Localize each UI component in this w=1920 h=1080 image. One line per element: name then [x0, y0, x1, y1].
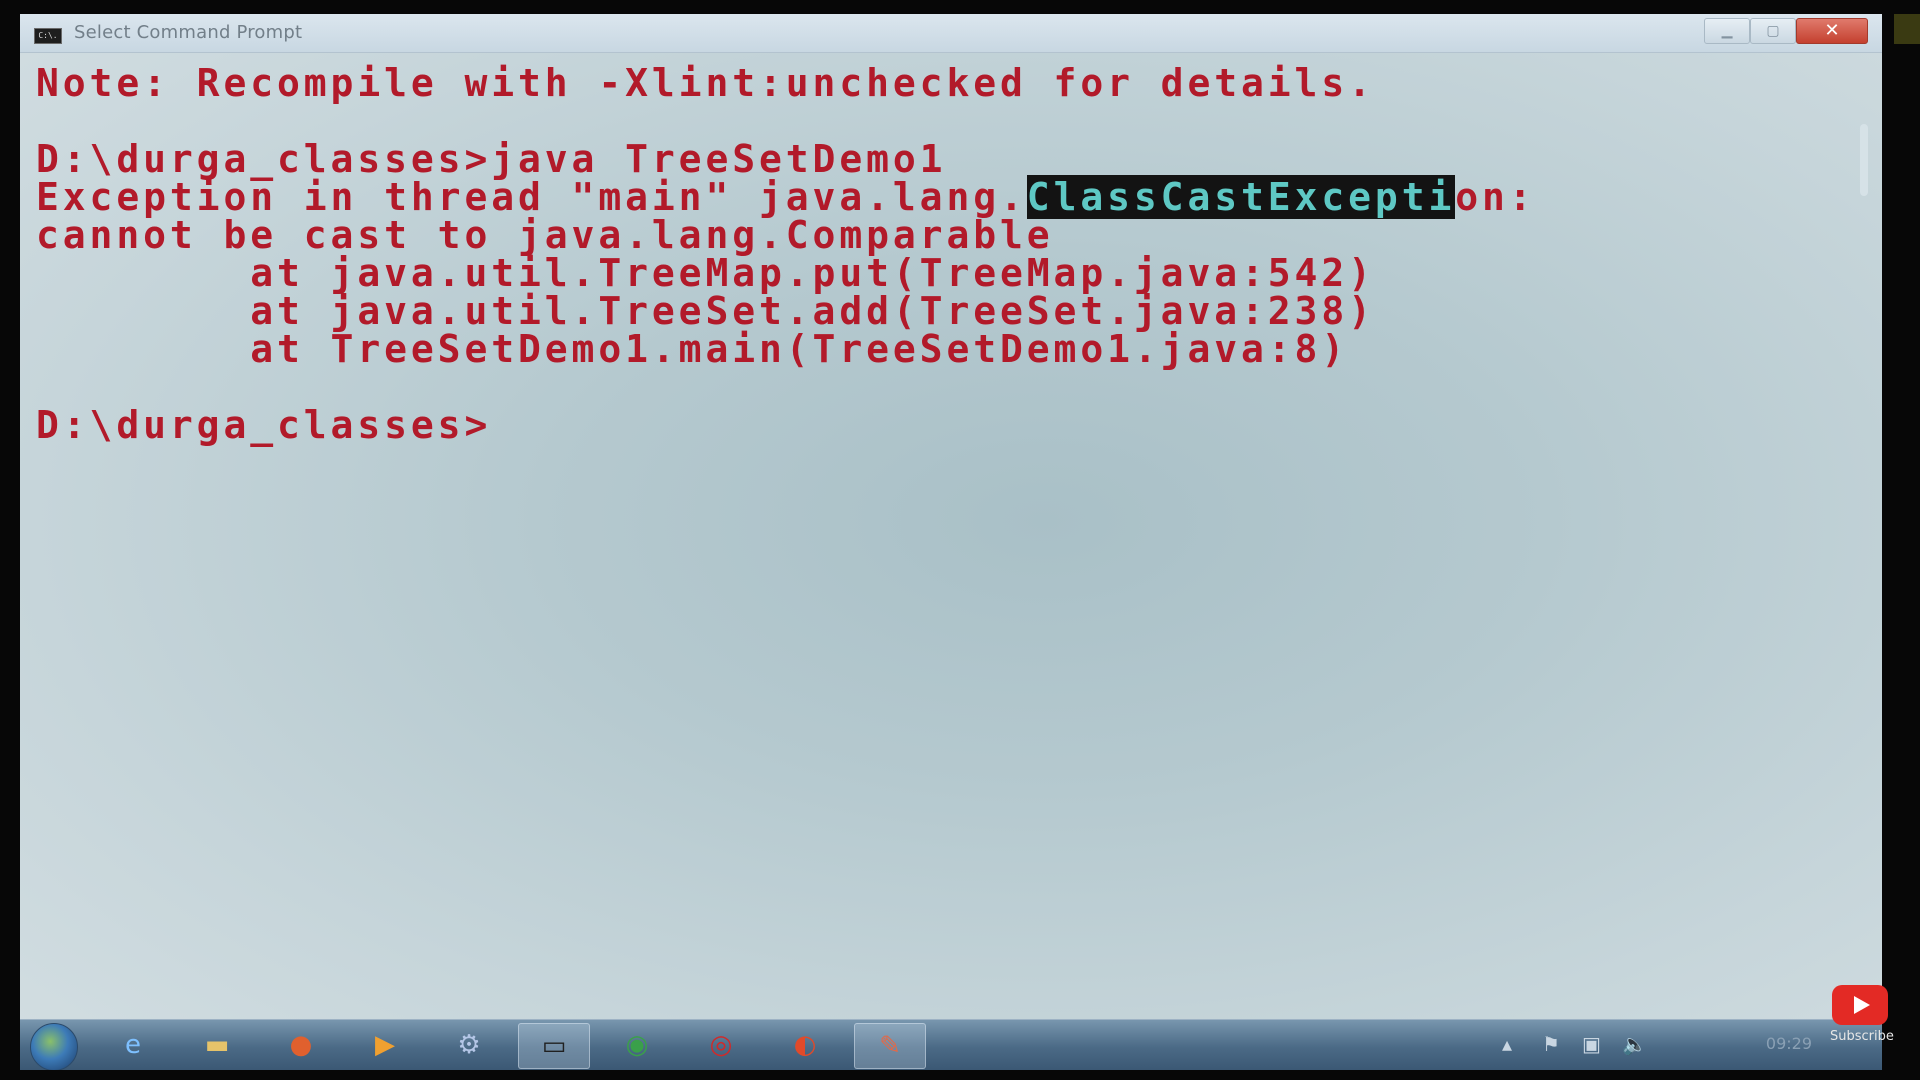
console-scrollbar[interactable] [1860, 124, 1868, 196]
opera-icon: ◎ [709, 1030, 733, 1060]
command-prompt-icon: ▭ [541, 1031, 567, 1061]
subscribe-label: Subscribe [1830, 1029, 1894, 1044]
taskbar: e ▬ ● ▶ ⚙ ▭ ◉ ◎ ◐ ✎ ▴ ⚑ ▣ 🔈 09:29 [20, 1019, 1882, 1070]
show-hidden-icons-icon[interactable]: ▴ [1502, 1032, 1512, 1056]
taskbar-button[interactable]: e [98, 1023, 168, 1067]
taskbar-button[interactable]: ▬ [182, 1023, 252, 1067]
ie-icon: e [125, 1030, 141, 1060]
minimize-button[interactable]: ▁ [1704, 18, 1750, 44]
corner-badge [1894, 14, 1920, 44]
network-icon: ⚙ [457, 1030, 481, 1060]
action-center-flag-icon[interactable]: ⚑ [1542, 1032, 1560, 1056]
youtube-logo-icon [1832, 985, 1888, 1025]
taskbar-button[interactable]: ◐ [770, 1023, 840, 1067]
folder-icon: ▬ [204, 1030, 230, 1060]
monitor-screen: C:\. Select Command Prompt ▁ ▢ ✕ Note: R… [20, 14, 1882, 1070]
selected-text-highlight[interactable]: ClassCastExcepti [1026, 175, 1456, 219]
exception-suffix: on: [1455, 175, 1536, 219]
command-prompt-line: D:\durga_classes> [36, 403, 492, 447]
app-icon: ◐ [793, 1030, 817, 1060]
taskbar-button[interactable]: ⚙ [434, 1023, 504, 1067]
console-output[interactable]: Note: Recompile with -Xlint:unchecked fo… [36, 64, 1882, 444]
firefox-icon: ● [289, 1030, 313, 1060]
taskbar-button[interactable]: ▶ [350, 1023, 420, 1067]
youtube-subscribe-watermark[interactable]: Subscribe [1830, 985, 1894, 1044]
command-prompt-icon: C:\. [34, 28, 62, 44]
taskbar-button[interactable]: ▭ [518, 1023, 590, 1069]
maximize-icon: ▢ [1766, 23, 1780, 39]
volume-icon[interactable]: 🔈 [1622, 1032, 1647, 1056]
chrome-icon: ◉ [625, 1030, 649, 1060]
network-tray-icon[interactable]: ▣ [1582, 1032, 1601, 1056]
taskbar-button[interactable]: ◎ [686, 1023, 756, 1067]
maximize-button[interactable]: ▢ [1750, 18, 1796, 44]
console-line: Note: Recompile with -Xlint:unchecked fo… [36, 61, 1375, 105]
window-titlebar[interactable]: C:\. Select Command Prompt ▁ ▢ ✕ [20, 14, 1882, 53]
taskbar-button[interactable]: ✎ [854, 1023, 926, 1069]
media-player-icon: ▶ [375, 1030, 395, 1060]
start-button[interactable] [30, 1023, 78, 1070]
paint-icon: ✎ [879, 1031, 901, 1061]
minimize-icon: ▁ [1721, 23, 1733, 39]
close-button[interactable]: ✕ [1796, 18, 1868, 44]
console-line: at TreeSetDemo1.main(TreeSetDemo1.java:8… [36, 327, 1349, 371]
taskbar-button[interactable]: ● [266, 1023, 336, 1067]
system-tray: ▴ ⚑ ▣ 🔈 09:29 [1502, 1020, 1882, 1070]
window-title: Select Command Prompt [74, 22, 303, 43]
taskbar-clock[interactable]: 09:29 [1766, 1034, 1812, 1053]
taskbar-button[interactable]: ◉ [602, 1023, 672, 1067]
close-icon: ✕ [1824, 20, 1840, 41]
